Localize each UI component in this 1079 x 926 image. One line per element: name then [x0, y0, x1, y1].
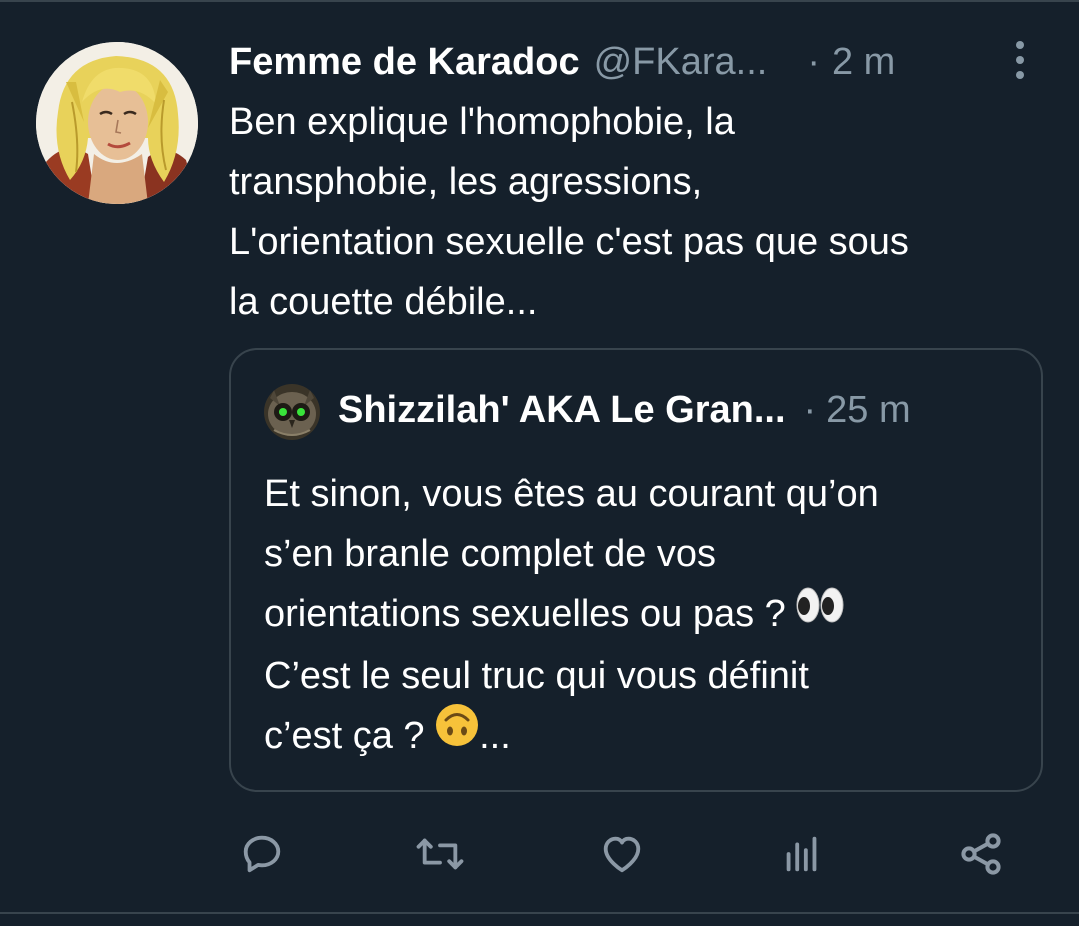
author-handle[interactable]: @FKara... [594, 41, 768, 84]
share-icon [961, 833, 1001, 875]
tweet-text-line: Ben explique l'homophobie, la [229, 101, 735, 143]
like-button[interactable] [596, 828, 648, 880]
tweet-text: Ben explique l'homophobie, la transphobi… [229, 92, 1059, 332]
author-name[interactable]: Femme de Karadoc [229, 41, 580, 84]
quote-text-ellipsis: ... [479, 714, 511, 757]
owl-avatar-illustration [264, 384, 320, 440]
quote-text-line: C’est le seul truc qui vous définit [264, 654, 809, 697]
time-separator: · [807, 40, 820, 83]
avatar-illustration [36, 42, 198, 204]
quote-text-line: Et sinon, vous êtes au courant qu’on [264, 473, 879, 515]
upside-down-face-emoji-icon [435, 703, 479, 765]
quote-text-line: orientations sexuelles ou pas ? [264, 584, 1024, 646]
quote-text-line: c’est ça ? ... [264, 703, 1024, 769]
bottom-divider [0, 912, 1079, 914]
top-divider [0, 0, 1079, 2]
quote-text: Et sinon, vous êtes au courant qu’on s’e… [264, 464, 1024, 769]
quote-time[interactable]: 25 m [826, 389, 910, 432]
quote-author-avatar[interactable] [264, 384, 320, 440]
quote-text-line-content: orientations sexuelles ou pas ? [264, 593, 786, 635]
more-options-icon[interactable] [1004, 38, 1036, 82]
retweet-icon [416, 838, 464, 870]
tweet-time[interactable]: 2 m [832, 41, 895, 84]
tweet-header: Femme de Karadoc @FKara... · 2 m [229, 38, 895, 86]
tweet-text-line: transphobie, les agressions, [229, 161, 703, 203]
reply-icon [243, 835, 281, 873]
analytics-button[interactable] [776, 828, 828, 880]
quote-text-line-content: c’est ça ? [264, 714, 425, 757]
tweet-text-line: la couette débile... [229, 281, 538, 323]
tweet-text-line: L'orientation sexuelle c'est pas que sou… [229, 221, 909, 263]
quote-header: Shizzilah' AKA Le Gran... · 25 m [338, 384, 911, 436]
reply-button[interactable] [236, 828, 288, 880]
quote-author-name[interactable]: Shizzilah' AKA Le Gran... [338, 389, 786, 432]
share-button[interactable] [955, 828, 1007, 880]
quote-text-line: s’en branle complet de vos [264, 533, 717, 575]
heart-icon [603, 836, 641, 873]
eyes-emoji-icon [796, 582, 844, 642]
quote-time-separator: · [803, 388, 817, 431]
analytics-icon [786, 836, 817, 872]
author-avatar[interactable] [36, 42, 198, 204]
retweet-button[interactable] [414, 828, 466, 880]
